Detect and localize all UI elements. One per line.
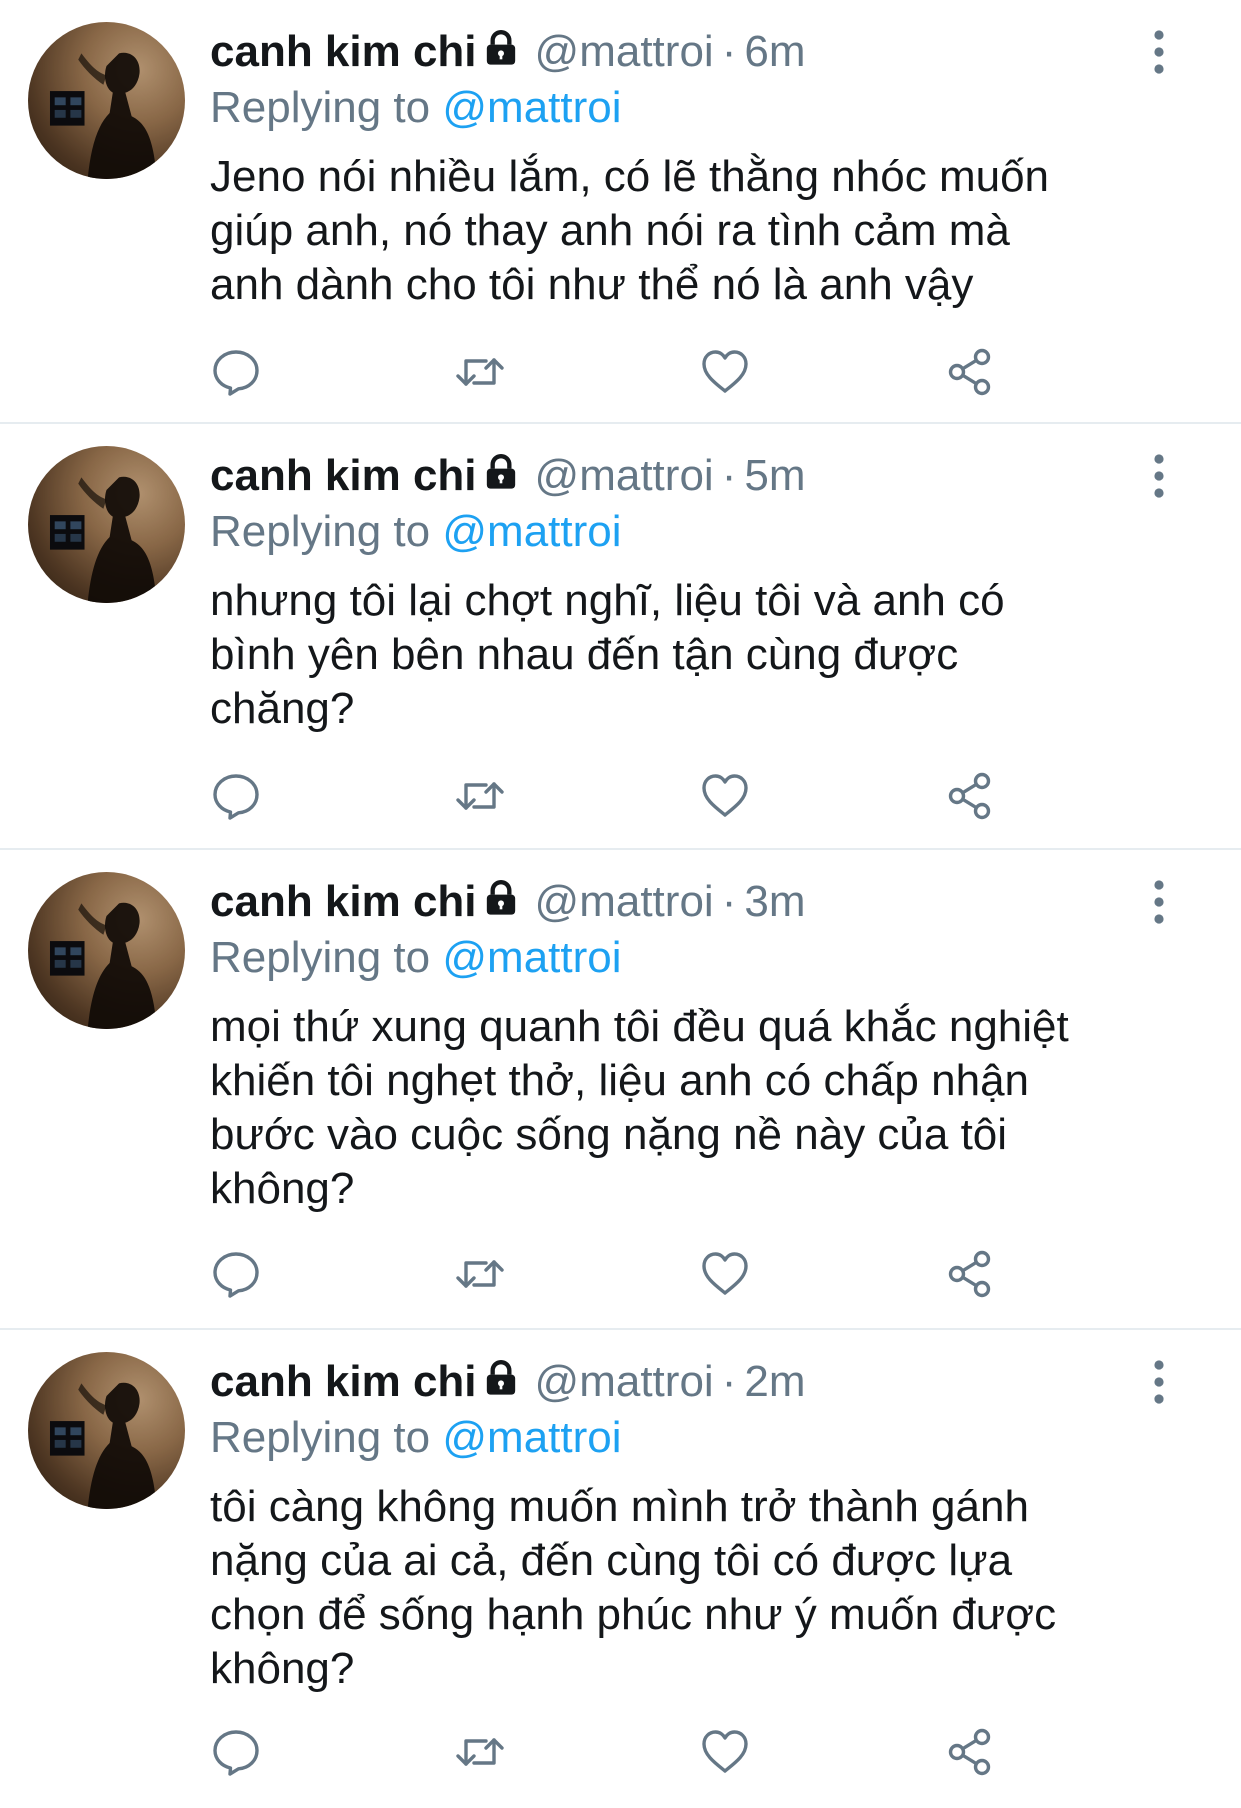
replying-to-link[interactable]: @mattroi bbox=[442, 933, 621, 982]
share-button[interactable] bbox=[942, 768, 998, 824]
tweet-text: tôi càng không muốn mình trở thành gánh … bbox=[210, 1482, 1057, 1693]
display-name[interactable]: canh kim chi bbox=[210, 1357, 477, 1406]
separator-dot: · bbox=[721, 27, 737, 76]
retweet-icon bbox=[456, 1738, 504, 1766]
timestamp[interactable]: 2m bbox=[744, 1357, 805, 1406]
tweet[interactable]: canh kim chi @mattroi · 6m Replying to @ma… bbox=[0, 0, 1241, 424]
lock-icon bbox=[486, 453, 515, 489]
display-name[interactable]: canh kim chi bbox=[210, 27, 477, 76]
tweet-header: canh kim chi @mattroi · 5m bbox=[210, 448, 805, 504]
retweet-icon bbox=[456, 1260, 504, 1288]
avatar-image bbox=[28, 1352, 185, 1509]
more-vertical-icon[interactable] bbox=[1153, 30, 1165, 74]
tweet-actions bbox=[0, 1724, 1241, 1784]
tweet-text: mọi thứ xung quanh tôi đều quá khắc nghi… bbox=[210, 1002, 1069, 1213]
like-button[interactable] bbox=[697, 1724, 753, 1780]
separator-dot: · bbox=[721, 1357, 737, 1406]
replying-to-link[interactable]: @mattroi bbox=[442, 83, 621, 132]
retweet-icon bbox=[456, 358, 504, 386]
retweet-icon bbox=[456, 782, 504, 810]
avatar-image bbox=[28, 22, 185, 179]
replying-to-label: Replying to bbox=[210, 933, 431, 982]
handle[interactable]: @mattroi bbox=[535, 877, 714, 926]
share-button[interactable] bbox=[942, 1246, 998, 1302]
separator-dot: · bbox=[721, 451, 737, 500]
replying-to-link[interactable]: @mattroi bbox=[442, 507, 621, 556]
heart-icon bbox=[702, 350, 748, 393]
tweet-actions bbox=[0, 344, 1241, 404]
retweet-button[interactable] bbox=[452, 1246, 508, 1302]
tweet-header: canh kim chi @mattroi · 2m bbox=[210, 1354, 805, 1410]
avatar-image bbox=[28, 872, 185, 1029]
tweet-feed: canh kim chi @mattroi · 6m Replying to @ma… bbox=[0, 0, 1241, 1808]
replying-to: Replying to @mattroi bbox=[210, 504, 622, 560]
like-button[interactable] bbox=[697, 768, 753, 824]
timestamp[interactable]: 6m bbox=[744, 27, 805, 76]
avatar[interactable] bbox=[28, 446, 185, 603]
more-vertical-icon[interactable] bbox=[1153, 1360, 1165, 1404]
replying-to-label: Replying to bbox=[210, 1413, 431, 1462]
replying-to-label: Replying to bbox=[210, 83, 431, 132]
tweet-text: Jeno nói nhiều lắm, có lẽ thằng nhóc muố… bbox=[210, 152, 1050, 309]
handle[interactable]: @mattroi bbox=[535, 1357, 714, 1406]
avatar[interactable] bbox=[28, 22, 185, 179]
replying-to: Replying to @mattroi bbox=[210, 80, 622, 136]
retweet-button[interactable] bbox=[452, 344, 508, 400]
more-vertical-icon[interactable] bbox=[1153, 880, 1165, 924]
reply-icon bbox=[213, 350, 259, 396]
handle[interactable]: @mattroi bbox=[535, 451, 714, 500]
display-name[interactable]: canh kim chi bbox=[210, 451, 477, 500]
replying-to: Replying to @mattroi bbox=[210, 1410, 622, 1466]
more-vertical-icon[interactable] bbox=[1153, 454, 1165, 498]
share-button[interactable] bbox=[942, 344, 998, 400]
heart-icon bbox=[702, 774, 748, 817]
timestamp[interactable]: 3m bbox=[744, 877, 805, 926]
separator-dot: · bbox=[721, 877, 737, 926]
heart-icon bbox=[702, 1252, 748, 1295]
tweet-text: nhưng tôi lại chợt nghĩ, liệu tôi và anh… bbox=[210, 576, 1005, 733]
share-icon bbox=[948, 772, 991, 820]
tweet[interactable]: canh kim chi @mattroi · 5m Replying to @ma… bbox=[0, 424, 1241, 850]
tweet[interactable]: canh kim chi @mattroi · 2m Replying to @ma… bbox=[0, 1330, 1241, 1808]
lock-icon bbox=[486, 1359, 515, 1395]
replying-to: Replying to @mattroi bbox=[210, 930, 622, 986]
retweet-button[interactable] bbox=[452, 1724, 508, 1780]
like-button[interactable] bbox=[697, 1246, 753, 1302]
retweet-button[interactable] bbox=[452, 768, 508, 824]
like-button[interactable] bbox=[697, 344, 753, 400]
tweet[interactable]: canh kim chi @mattroi · 3m Replying to @ma… bbox=[0, 850, 1241, 1330]
reply-icon bbox=[213, 1252, 259, 1298]
tweet-actions bbox=[0, 768, 1241, 828]
avatar[interactable] bbox=[28, 1352, 185, 1509]
reply-icon bbox=[213, 774, 259, 820]
avatar-image bbox=[28, 446, 185, 603]
reply-button[interactable] bbox=[208, 1246, 264, 1302]
reply-button[interactable] bbox=[208, 1724, 264, 1780]
share-icon bbox=[948, 1250, 991, 1298]
avatar[interactable] bbox=[28, 872, 185, 1029]
replying-to-link[interactable]: @mattroi bbox=[442, 1413, 621, 1462]
reply-icon bbox=[213, 1730, 259, 1776]
lock-icon bbox=[486, 29, 515, 65]
tweet-actions bbox=[0, 1246, 1241, 1306]
display-name[interactable]: canh kim chi bbox=[210, 877, 477, 926]
share-button[interactable] bbox=[942, 1724, 998, 1780]
reply-button[interactable] bbox=[208, 768, 264, 824]
reply-button[interactable] bbox=[208, 344, 264, 400]
timestamp[interactable]: 5m bbox=[744, 451, 805, 500]
tweet-header: canh kim chi @mattroi · 6m bbox=[210, 24, 805, 80]
share-icon bbox=[948, 348, 991, 396]
handle[interactable]: @mattroi bbox=[535, 27, 714, 76]
lock-icon bbox=[486, 879, 515, 915]
tweet-header: canh kim chi @mattroi · 3m bbox=[210, 874, 805, 930]
replying-to-label: Replying to bbox=[210, 507, 431, 556]
heart-icon bbox=[702, 1730, 748, 1773]
share-icon bbox=[948, 1728, 991, 1776]
